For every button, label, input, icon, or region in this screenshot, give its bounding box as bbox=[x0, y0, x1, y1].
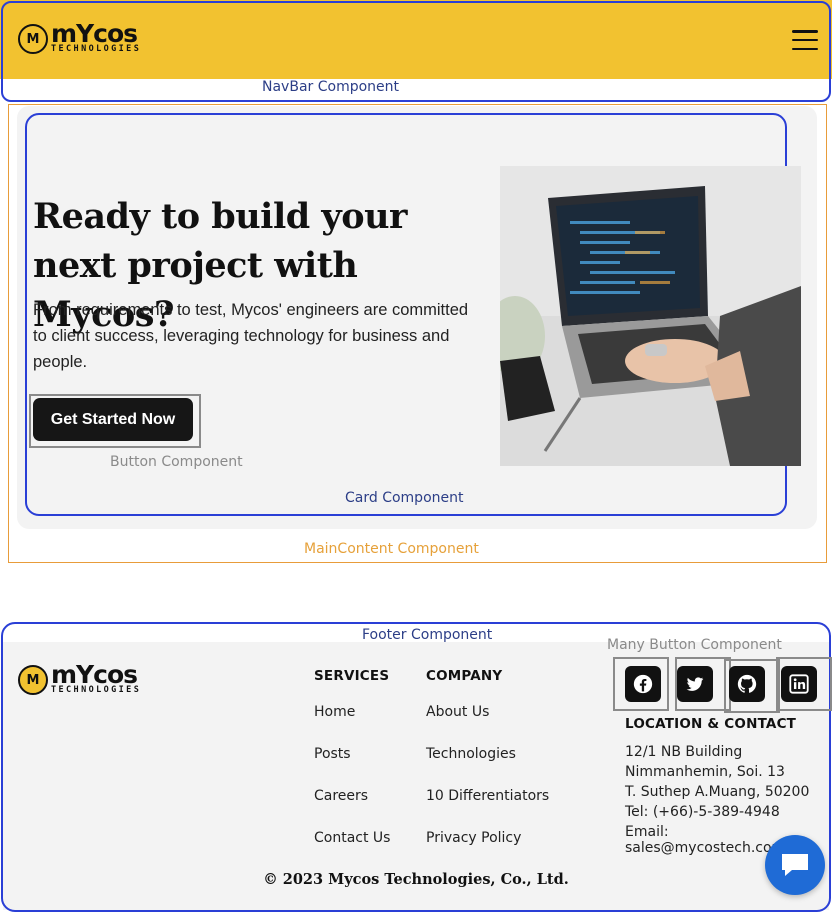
get-started-button[interactable]: Get Started Now bbox=[33, 398, 193, 441]
facebook-icon bbox=[633, 674, 653, 694]
address-line-1: 12/1 NB Building bbox=[625, 744, 743, 760]
github-button[interactable] bbox=[729, 666, 765, 702]
twitter-button[interactable] bbox=[677, 666, 713, 702]
footer-link-privacy-policy[interactable]: Privacy Policy bbox=[426, 830, 521, 846]
footer-link-home[interactable]: Home bbox=[314, 704, 355, 720]
address-line-2: Nimmanhemin, Soi. 13 bbox=[625, 764, 785, 780]
address-line-3: T. Suthep A.Muang, 50200 bbox=[625, 784, 810, 800]
company-heading: COMPANY bbox=[426, 668, 503, 684]
navbar: M mYcos TECHNOLOGIES bbox=[0, 0, 832, 79]
brand-logo[interactable]: M mYcos TECHNOLOGIES bbox=[18, 19, 142, 55]
footer-logo-mark-icon: M bbox=[18, 665, 48, 695]
hamburger-menu-icon[interactable] bbox=[792, 30, 818, 50]
footer-link-contact-us[interactable]: Contact Us bbox=[314, 830, 390, 846]
button-component-label: Button Component bbox=[110, 454, 243, 470]
linkedin-button[interactable] bbox=[781, 666, 817, 702]
chat-bubble-icon bbox=[782, 854, 808, 876]
twitter-icon bbox=[686, 677, 704, 691]
chat-button[interactable] bbox=[765, 835, 825, 895]
card-component-label: Card Component bbox=[345, 490, 464, 506]
phone-number: Tel: (+66)-5-389-4948 bbox=[625, 804, 780, 820]
footer-link-careers[interactable]: Careers bbox=[314, 788, 368, 804]
footer-link-differentiators[interactable]: 10 Differentiators bbox=[426, 788, 549, 804]
copyright-text: © 2023 Mycos Technologies, Co., Ltd. bbox=[263, 871, 569, 888]
services-heading: SERVICES bbox=[314, 668, 390, 684]
footer-brand-logo[interactable]: M mYcos TECHNOLOGIES bbox=[18, 660, 142, 696]
main-content-component-label: MainContent Component bbox=[304, 541, 479, 557]
footer-link-technologies[interactable]: Technologies bbox=[426, 746, 516, 762]
footer-link-posts[interactable]: Posts bbox=[314, 746, 351, 762]
linkedin-icon bbox=[789, 674, 809, 694]
navbar-component-label: NavBar Component bbox=[262, 79, 400, 95]
footer-logo-word: mYcos bbox=[51, 660, 138, 690]
location-heading: LOCATION & CONTACT bbox=[625, 716, 797, 732]
hero-laptop-image bbox=[500, 166, 801, 466]
logo-mark-icon: M bbox=[18, 24, 48, 54]
facebook-button[interactable] bbox=[625, 666, 661, 702]
footer-component-label: Footer Component bbox=[362, 627, 493, 643]
logo-word: mYcos bbox=[51, 19, 138, 49]
github-icon bbox=[737, 674, 757, 693]
hero-description: From requirements to test, Mycos' engine… bbox=[33, 301, 469, 371]
footer-link-about-us[interactable]: About Us bbox=[426, 704, 489, 720]
logo-subtitle: TECHNOLOGIES bbox=[51, 44, 142, 55]
footer-logo-subtitle: TECHNOLOGIES bbox=[51, 685, 142, 696]
many-button-component-label: Many Button Component bbox=[607, 637, 782, 653]
